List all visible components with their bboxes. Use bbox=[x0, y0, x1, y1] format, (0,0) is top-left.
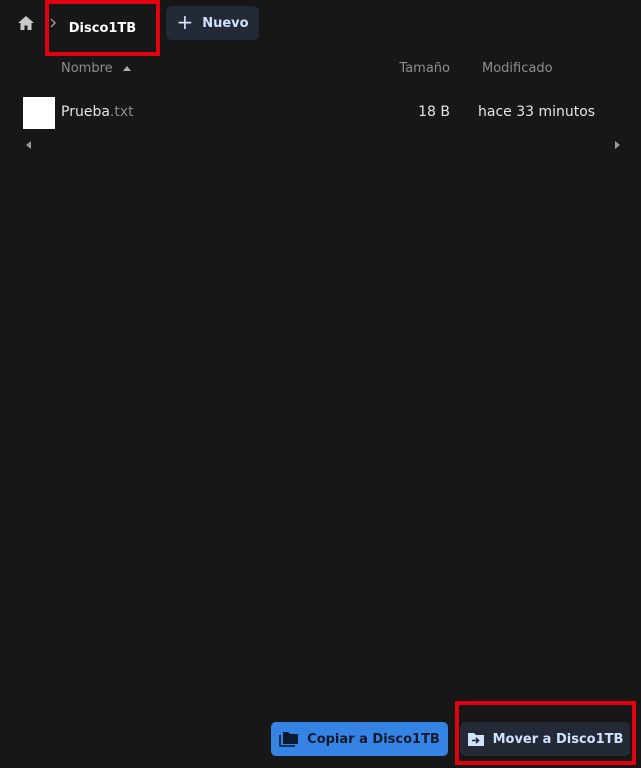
folder-copy-icon bbox=[279, 732, 299, 747]
file-modified: hace 33 minutos bbox=[478, 104, 596, 120]
new-button[interactable]: + Nuevo bbox=[166, 6, 259, 40]
column-header-name[interactable]: Nombre bbox=[61, 61, 131, 76]
file-name: Prueba.txt bbox=[61, 104, 134, 120]
column-header-size[interactable]: Tamaño bbox=[399, 61, 450, 76]
move-to-label: Mover a Disco1TB bbox=[492, 731, 624, 747]
breadcrumb-current-folder[interactable]: Disco1TB bbox=[45, 0, 160, 56]
copy-to-button[interactable]: Copiar a Disco1TB bbox=[271, 722, 448, 756]
file-size: 18 B bbox=[418, 104, 450, 120]
breadcrumb-current-label: Disco1TB bbox=[68, 20, 137, 36]
new-button-label: Nuevo bbox=[202, 15, 249, 31]
file-row[interactable]: Prueba.txt 18 B hace 33 minutos bbox=[0, 92, 641, 132]
move-to-button[interactable]: Mover a Disco1TB bbox=[460, 722, 630, 756]
plus-icon: + bbox=[176, 10, 194, 34]
file-thumbnail bbox=[23, 97, 55, 129]
file-name-base: Prueba bbox=[61, 104, 110, 120]
column-header-modified[interactable]: Modificado bbox=[482, 61, 553, 76]
path-bar: Disco1TB + Nuevo bbox=[0, 0, 641, 56]
home-button[interactable] bbox=[14, 11, 38, 35]
folder-move-icon bbox=[467, 732, 484, 746]
scroll-right-arrow[interactable] bbox=[612, 139, 622, 151]
scroll-left-arrow[interactable] bbox=[23, 139, 33, 151]
home-icon bbox=[18, 16, 34, 30]
copy-to-label: Copiar a Disco1TB bbox=[307, 731, 440, 747]
column-header-name-label: Nombre bbox=[61, 61, 113, 76]
sort-ascending-icon bbox=[122, 66, 131, 71]
file-picker-window: Disco1TB + Nuevo Nombre Tamaño Modificad… bbox=[0, 0, 641, 768]
triangle-right-icon bbox=[614, 141, 620, 149]
triangle-left-icon bbox=[25, 141, 31, 149]
file-name-extension: .txt bbox=[109, 104, 134, 120]
